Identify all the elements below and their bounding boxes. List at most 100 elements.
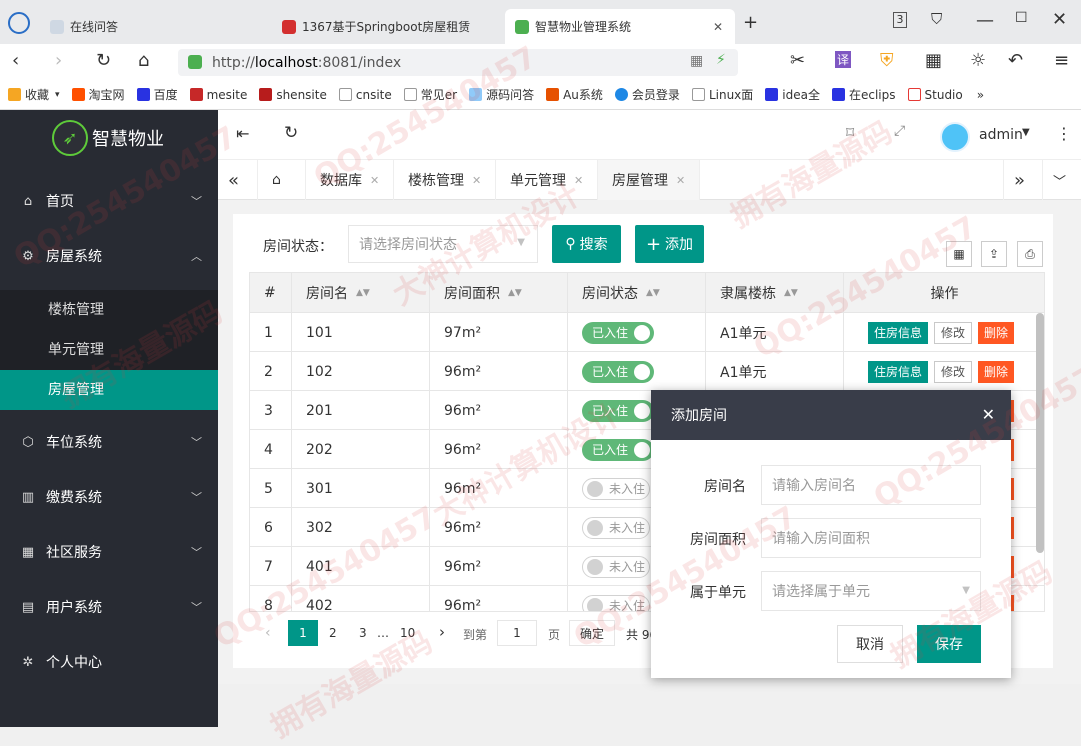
prev-page-icon[interactable]: ‹ [265, 625, 271, 641]
sidebar-item-payment[interactable]: ▥ 缴费系统 ﹀ [0, 470, 218, 524]
browser-tab[interactable]: 在线问答 [40, 9, 270, 44]
status-switch[interactable]: 已入住 [582, 399, 655, 422]
page-button-active[interactable]: 1 [288, 620, 318, 646]
close-icon[interactable]: ✕ [574, 174, 583, 187]
lightning-icon[interactable]: ⚡ [716, 52, 726, 68]
cancel-button[interactable]: 取消 [837, 625, 903, 663]
sort-icon[interactable]: ▲▼ [784, 288, 798, 298]
apps-icon[interactable]: ▦ [925, 50, 942, 71]
url-input[interactable]: http://localhost:8081/index ▦ ⚡ [178, 49, 738, 76]
tabs-dropdown-icon[interactable]: ﹀ [1043, 160, 1081, 200]
sort-icon[interactable]: ▲▼ [508, 288, 522, 298]
columns-icon[interactable]: ▦ [946, 241, 972, 267]
username[interactable]: admin [979, 127, 1023, 143]
translate-icon[interactable]: 译 [835, 51, 852, 68]
tabs-right-icon[interactable]: » [1003, 160, 1043, 200]
goto-input[interactable]: 1 [497, 620, 537, 646]
maximize-icon[interactable]: ☐ [1015, 10, 1028, 26]
shirt-icon[interactable]: ⛉ [931, 10, 942, 28]
window-close-icon[interactable]: ✕ [1052, 9, 1067, 30]
caret-down-icon[interactable]: ▼ [1022, 127, 1030, 138]
tab-home[interactable]: ⌂ [258, 160, 306, 200]
bookmark-item[interactable]: 在eclips [831, 86, 896, 103]
sidebar-subitem-unit[interactable]: 单元管理 [0, 330, 218, 370]
tab-rooms[interactable]: 房屋管理 ✕ [598, 160, 701, 200]
room-status-select[interactable]: 请选择房间状态 ▼ [348, 225, 538, 263]
bookmark-item[interactable]: shensite [259, 88, 327, 102]
sidebar-item-users[interactable]: ▤ 用户系统 ﹀ [0, 580, 218, 634]
reload-icon[interactable]: ↻ [96, 50, 111, 71]
bookmark-item[interactable]: 常见er [403, 86, 457, 103]
bookmark-item[interactable]: 源码问答 [469, 86, 534, 103]
bookmark-item[interactable]: 百度 [136, 86, 178, 103]
status-switch[interactable]: 未入住 [582, 516, 651, 539]
close-icon[interactable]: ✕ [370, 174, 379, 187]
sort-icon[interactable]: ▲▼ [356, 288, 370, 298]
search-button[interactable]: ⚲ 搜索 [552, 225, 621, 263]
sidebar-subitem-rooms[interactable]: 房屋管理 [0, 370, 218, 410]
status-switch[interactable]: 未入住 [582, 555, 651, 578]
status-switch[interactable]: 已入住 [582, 321, 655, 344]
scrollbar[interactable] [1036, 313, 1044, 553]
collapse-menu-icon[interactable]: ⇤ [236, 124, 249, 143]
bookmark-item[interactable]: Linux面 [691, 86, 753, 103]
app-logo[interactable]: ➶ 智慧物业 [52, 120, 164, 156]
minimize-icon[interactable]: — [976, 10, 994, 31]
shield-icon[interactable]: ⛨ [880, 50, 894, 71]
new-tab-icon[interactable]: + [743, 12, 758, 33]
tag-icon[interactable]: ⌑ [846, 123, 854, 142]
bookmark-item[interactable]: mesite [189, 88, 247, 102]
column-header[interactable]: 房间状态 ▲▼ [568, 273, 706, 313]
tab-buildings[interactable]: 楼栋管理 ✕ [394, 160, 497, 200]
close-icon[interactable]: ✕ [676, 174, 685, 187]
room-name-input[interactable]: 请输入房间名 [761, 465, 981, 505]
bookmark-item[interactable]: idea全 [765, 86, 820, 103]
close-icon[interactable]: ✕ [982, 405, 995, 424]
qr-icon[interactable]: ▦ [690, 53, 703, 69]
add-button[interactable]: + 添加 [635, 225, 704, 263]
edit-button[interactable]: 修改 [934, 321, 973, 344]
export-icon[interactable]: ⇪ [981, 241, 1007, 267]
status-switch[interactable]: 未入住 [582, 477, 651, 500]
bookmark-item[interactable]: Au系统 [546, 86, 603, 103]
more-vertical-icon[interactable]: ⋮ [1056, 124, 1072, 143]
column-header[interactable]: 房间名 ▲▼ [292, 273, 430, 313]
next-page-icon[interactable]: › [439, 623, 445, 641]
back-icon[interactable]: ‹ [12, 50, 19, 71]
close-tab-icon[interactable]: ✕ [713, 20, 723, 34]
bookmark-item[interactable]: 收藏 ▾ [8, 86, 60, 103]
table-row[interactable]: 2 102 96m² 已入住 A1单元 住房信息 修改 删除 [250, 352, 1044, 391]
sidebar-item-home[interactable]: ⌂ 首页 ﹀ [0, 174, 218, 228]
tab-database[interactable]: 数据库 ✕ [306, 160, 395, 200]
browser-tab[interactable]: 1367基于Springboot房屋租赁 [272, 9, 498, 44]
fullscreen-icon[interactable]: ⤢ [894, 123, 905, 139]
sun-icon[interactable]: ☼ [970, 50, 986, 71]
sidebar-item-parking[interactable]: ⬡ 车位系统 ﹀ [0, 415, 218, 469]
page-button[interactable]: 10 [400, 626, 415, 640]
sidebar-item-profile[interactable]: ✲ 个人中心 [0, 635, 218, 689]
status-switch[interactable]: 未入住 [582, 594, 651, 611]
bookmark-item[interactable]: 会员登录 [614, 86, 680, 103]
bookmark-item[interactable]: Studio [907, 88, 963, 102]
home-icon[interactable]: ⌂ [138, 50, 149, 71]
save-button[interactable]: 保存 [917, 625, 981, 663]
column-header[interactable]: 隶属楼栋 ▲▼ [706, 273, 844, 313]
more-bookmarks-icon[interactable]: » [977, 88, 984, 102]
print-icon[interactable]: ⎙ [1017, 241, 1043, 267]
sidebar-item-community[interactable]: ▦ 社区服务 ﹀ [0, 525, 218, 579]
unit-select[interactable]: 请选择属于单元 ▼ [761, 571, 981, 611]
bookmark-item[interactable]: cnsite [338, 88, 392, 102]
tabs-left-icon[interactable]: « [218, 160, 258, 200]
page-button[interactable]: 3 [359, 626, 367, 640]
bookmark-item[interactable]: 淘宝网 [71, 86, 125, 103]
status-switch[interactable]: 已入住 [582, 360, 655, 383]
room-area-input[interactable]: 请输入房间面积 [761, 518, 981, 558]
refresh-icon[interactable]: ↻ [284, 123, 298, 143]
avatar[interactable] [940, 122, 970, 152]
undo-icon[interactable]: ↶ [1008, 50, 1023, 71]
room-info-button[interactable]: 住房信息 [868, 321, 929, 344]
close-icon[interactable]: ✕ [472, 174, 481, 187]
forward-icon[interactable]: › [55, 50, 62, 71]
browser-tab-active[interactable]: 智慧物业管理系统 ✕ [505, 9, 735, 44]
room-info-button[interactable]: 住房信息 [868, 360, 929, 383]
